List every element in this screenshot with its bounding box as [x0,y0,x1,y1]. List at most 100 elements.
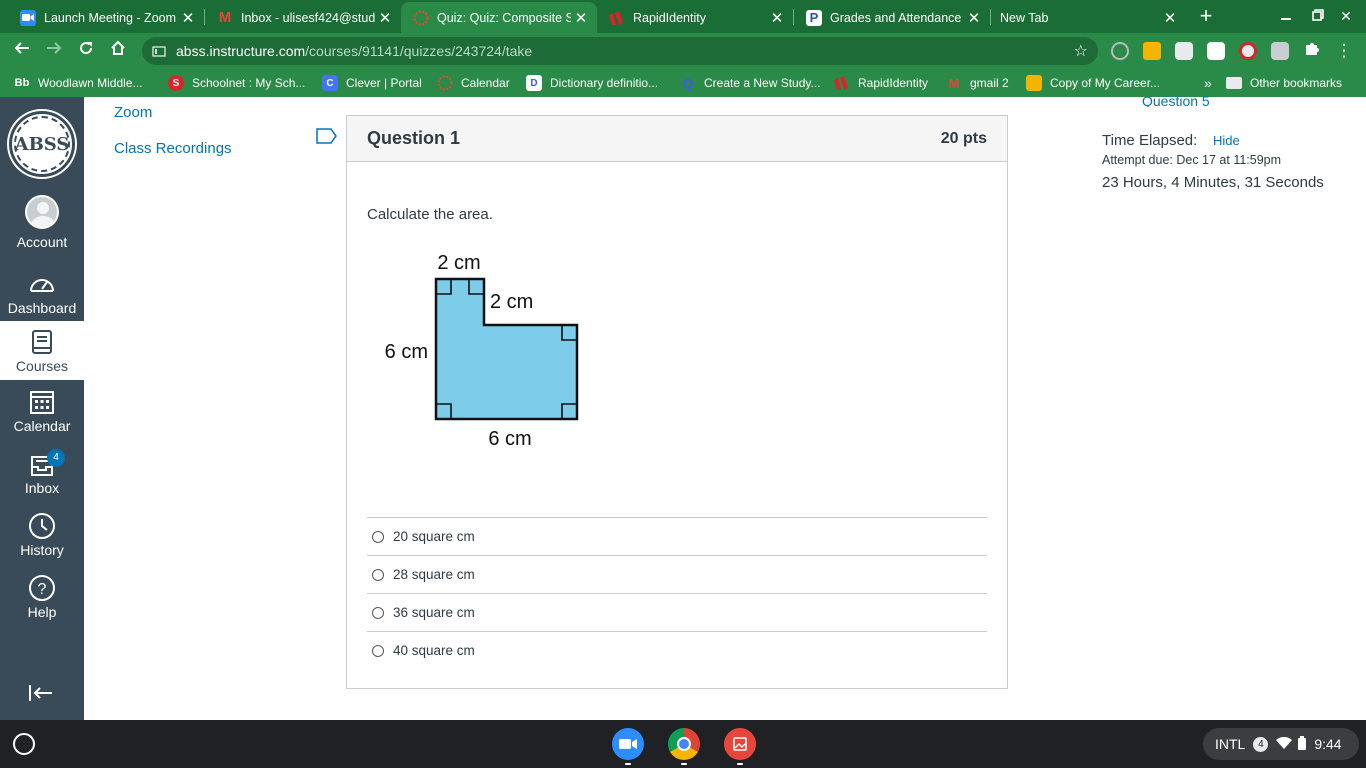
rapididentity-icon [609,10,625,26]
dashboard-icon [26,269,58,299]
answer-option-3[interactable]: 36 square cm [367,593,987,631]
tab-new-tab[interactable]: New Tab ✕ [990,2,1186,33]
more-bookmarks-chevron[interactable]: » [1204,74,1212,92]
nav-history[interactable]: History [0,511,84,571]
answer-option-2[interactable]: 28 square cm [367,555,987,593]
close-tab-icon[interactable]: ✕ [964,9,984,27]
home-icon[interactable] [106,39,130,63]
answer-label: 36 square cm [393,605,475,620]
chrome-app-icon[interactable] [668,728,700,760]
launcher-icon[interactable] [13,733,35,755]
tab-title: Grades and Attendance [830,10,962,25]
extensions-puzzle-icon[interactable] [1300,39,1324,63]
clever-icon: C [322,75,338,91]
running-indicator [681,763,687,765]
gallery-app-icon[interactable] [724,728,756,760]
tab-grades[interactable]: P Grades and Attendance ✕ [794,2,990,33]
svg-text:?: ? [38,581,47,598]
question-5-link[interactable]: Question 5 [1142,93,1210,107]
running-indicator [625,763,631,765]
nav-courses[interactable]: Courses [0,321,84,380]
nav-label: Help [27,604,57,620]
answer-option-1[interactable]: 20 square cm [367,517,987,555]
forward-icon[interactable] [42,39,66,63]
reload-icon[interactable] [74,39,98,63]
bookmark-label: Clever | Portal [346,76,422,90]
bookmark-item[interactable]: M gmail 2 [946,74,1009,92]
bottom-side-label: 6 cm [488,428,531,450]
close-tab-icon[interactable]: ✕ [178,9,198,27]
tab-quiz[interactable]: Quiz: Quiz: Composite Sh ✕ [401,2,597,33]
course-nav-class-recordings[interactable]: Class Recordings [114,140,232,157]
extension-screenshot-icon[interactable] [1175,42,1193,60]
close-tab-icon[interactable]: ✕ [375,9,395,27]
bookmark-item[interactable]: Bb Woodlawn Middle... [14,74,143,92]
hide-timer-link[interactable]: Hide [1213,133,1240,148]
answer-option-4[interactable]: 40 square cm [367,631,987,669]
gmail-icon: M [218,9,232,26]
collapse-nav-icon[interactable] [28,682,54,708]
extension-chat-icon[interactable] [1111,42,1129,60]
tab-gmail[interactable]: M Inbox - ulisesf424@stud ✕ [205,2,401,33]
bookmark-label: Copy of My Career... [1050,76,1161,90]
answer-radio[interactable] [372,606,384,619]
close-tab-icon[interactable]: ✕ [571,9,591,27]
gmail-icon: M [948,75,960,91]
address-bar[interactable]: abss.instructure.com/courses/91141/quizz… [142,37,1098,65]
nav-account[interactable]: Account [0,195,84,255]
bookmark-item[interactable]: Q Create a New Study... [680,74,821,92]
tab-title: Launch Meeting - Zoom [44,10,177,25]
bookmark-label: Dictionary definitio... [550,76,659,90]
other-bookmarks-folder[interactable]: Other bookmarks [1226,74,1342,92]
zoom-app-icon[interactable] [612,728,644,760]
powerschool-icon: P [806,9,822,26]
flag-question-icon[interactable] [316,128,338,149]
nav-dashboard[interactable]: Dashboard [0,269,84,329]
nav-help[interactable]: ? Help [0,573,84,633]
answer-radio[interactable] [372,644,384,657]
extension-record-icon[interactable] [1239,42,1257,60]
bookmark-label: Schoolnet : My Sch... [192,76,306,90]
nav-label: History [20,542,64,558]
bookmark-item[interactable]: Copy of My Career... [1026,74,1160,92]
inbox-unread-badge: 4 [47,449,65,467]
bookmark-label: gmail 2 [970,76,1009,90]
answer-radio[interactable] [372,530,384,543]
calendar-icon [26,387,58,417]
tab-rapididentity[interactable]: RapidIdentity ✕ [597,2,793,33]
help-icon: ? [26,573,58,603]
school-logo[interactable]: ABSS [9,111,75,177]
answer-radio[interactable] [372,568,384,581]
bookmark-item[interactable]: Calendar [437,74,510,92]
courses-icon [26,327,58,357]
course-nav-zoom[interactable]: Zoom [114,104,152,121]
minimize-icon[interactable] [1274,4,1298,28]
close-tab-icon[interactable]: ✕ [1160,9,1180,27]
close-tab-icon[interactable]: ✕ [767,9,787,27]
restore-icon[interactable] [1306,4,1330,28]
extension-flag-icon[interactable] [1207,42,1225,60]
left-side-label: 6 cm [385,341,428,363]
bookmark-item[interactable]: RapidIdentity [834,74,928,92]
bookmark-item[interactable]: C Clever | Portal [322,74,422,92]
chrome-center [677,737,691,751]
menu-kebab-icon[interactable]: ⋮ [1332,39,1356,63]
site-info-icon[interactable] [152,44,166,58]
bookmark-star-icon[interactable]: ☆ [1074,41,1088,61]
extension-thumbs-icon[interactable] [1143,42,1161,60]
elapsed-time: 23 Hours, 4 Minutes, 31 Seconds [1102,174,1324,191]
global-navigation: ABSS Account Dashboard Courses Calendar … [0,97,84,720]
back-icon[interactable] [10,39,34,63]
bookmark-item[interactable]: S Schoolnet : My Sch... [168,74,305,92]
nav-inbox[interactable]: 4 Inbox [0,449,84,509]
bookmark-item[interactable]: D Dictionary definitio... [526,74,658,92]
close-window-icon[interactable]: ✕ [1334,4,1358,28]
attempt-due: Attempt due: Dec 17 at 11:59pm [1102,153,1282,167]
status-tray[interactable]: INTL 4 9:44 [1203,728,1359,760]
new-tab-button[interactable]: + [1194,4,1218,28]
nav-calendar[interactable]: Calendar [0,387,84,447]
url-host: abss.instructure.com [176,43,306,59]
tab-zoom[interactable]: Launch Meeting - Zoom ✕ [8,2,204,33]
extension-puzzle-tw-icon[interactable] [1271,42,1289,60]
tab-title: New Tab [1000,10,1049,25]
